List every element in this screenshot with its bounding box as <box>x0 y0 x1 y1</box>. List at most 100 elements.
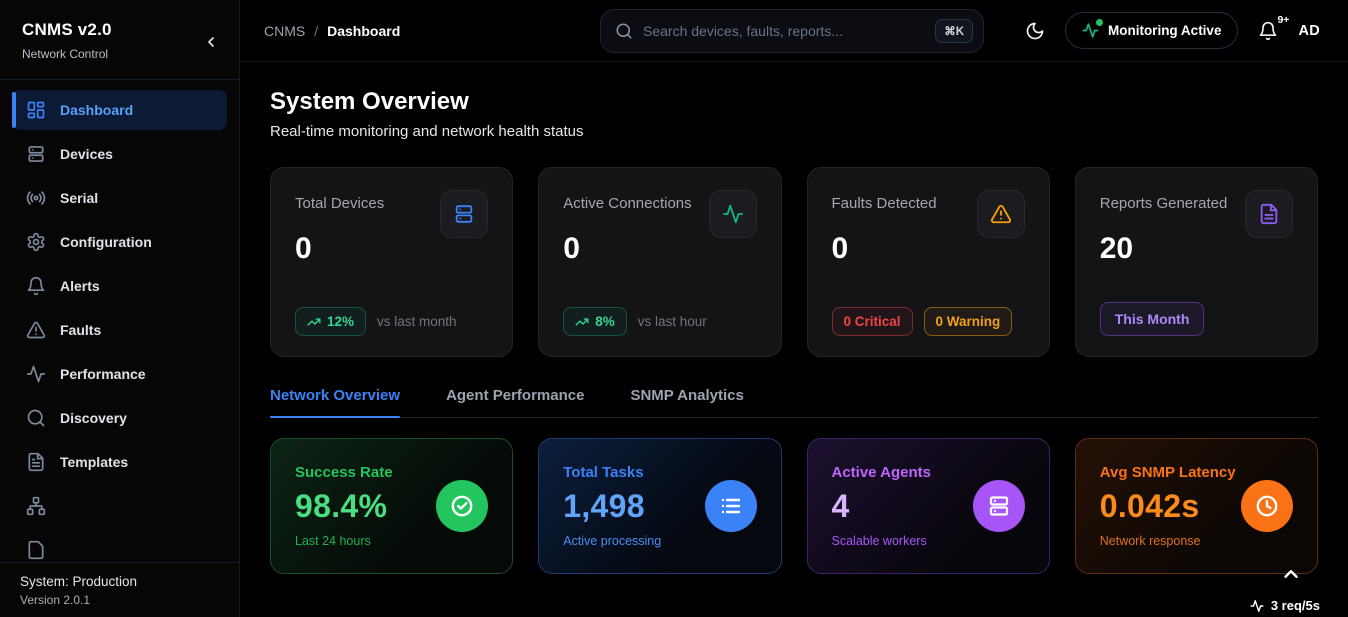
sidebar-item-label: Devices <box>60 146 113 162</box>
sidebar-item-configuration[interactable]: Configuration <box>12 222 227 262</box>
sidebar-item-discovery[interactable]: Discovery <box>12 398 227 438</box>
clock-icon <box>1241 480 1293 532</box>
stat-note: vs last hour <box>638 314 707 329</box>
stat-label: Reports Generated <box>1100 190 1228 212</box>
notifications-button[interactable]: 9+ <box>1258 21 1278 41</box>
app-name: CNMS v2.0 <box>22 20 219 40</box>
alert-triangle-icon <box>977 190 1025 238</box>
tab-agent-performance[interactable]: Agent Performance <box>446 387 584 417</box>
dashboard-content: System Overview Real-time monitoring and… <box>240 62 1348 617</box>
stat-card-reports-generated: Reports Generated 20 This Month <box>1075 167 1318 357</box>
metric-subtitle: Network response <box>1100 534 1236 548</box>
activity-icon <box>709 190 757 238</box>
breadcrumb-current: Dashboard <box>327 23 400 39</box>
theme-toggle-button[interactable] <box>1025 21 1045 41</box>
page-title: System Overview <box>270 88 1318 116</box>
status-dot <box>1096 19 1103 26</box>
bell-icon <box>26 276 46 296</box>
metric-value: 0.042s <box>1100 488 1236 525</box>
monitoring-status-label: Monitoring Active <box>1108 23 1222 38</box>
network-icon <box>26 496 46 516</box>
sidebar-item-label: Configuration <box>60 234 152 250</box>
stat-value: 20 <box>1100 232 1293 266</box>
breadcrumb-separator: / <box>314 23 318 39</box>
trending-up-icon <box>575 315 589 329</box>
breadcrumb: CNMS / Dashboard <box>264 23 600 39</box>
avatar[interactable]: AD <box>1298 23 1320 39</box>
stat-label: Total Devices <box>295 190 384 212</box>
chevron-left-icon <box>203 34 219 50</box>
metric-card-active-agents: Active Agents 4 Scalable workers <box>807 438 1050 574</box>
file-icon <box>26 452 46 472</box>
stat-label: Faults Detected <box>832 190 937 212</box>
search-input[interactable] <box>643 23 925 39</box>
moon-icon <box>1025 21 1045 41</box>
sidebar-item-topology[interactable] <box>12 486 227 526</box>
request-rate-status: 3 req/5s <box>1250 598 1320 613</box>
metric-subtitle: Scalable workers <box>832 534 931 548</box>
metric-title: Avg SNMP Latency <box>1100 464 1236 481</box>
metric-title: Total Tasks <box>563 464 661 481</box>
sidebar-item-faults[interactable]: Faults <box>12 310 227 350</box>
metric-card-success-rate: Success Rate 98.4% Last 24 hours <box>270 438 513 574</box>
system-environment: System: Production <box>20 574 219 589</box>
sidebar-item-label: Templates <box>60 454 128 470</box>
trend-value: 12% <box>327 314 354 329</box>
search-icon <box>615 22 633 40</box>
sidebar-footer: System: Production Version 2.0.1 <box>0 562 239 617</box>
metric-card-avg-snmp-latency: Avg SNMP Latency 0.042s Network response <box>1075 438 1318 574</box>
dashboard-tabs: Network Overview Agent Performance SNMP … <box>270 387 1318 418</box>
activity-icon <box>26 364 46 384</box>
global-search[interactable]: ⌘K <box>600 9 984 53</box>
metric-card-total-tasks: Total Tasks 1,498 Active processing <box>538 438 781 574</box>
sidebar-item-label: Dashboard <box>60 102 133 118</box>
sidebar-item-label: Performance <box>60 366 146 382</box>
tab-snmp-analytics[interactable]: SNMP Analytics <box>630 387 743 417</box>
topbar-actions: Monitoring Active 9+ AD <box>984 12 1320 49</box>
monitoring-status-pill[interactable]: Monitoring Active <box>1065 12 1239 49</box>
sidebar-item-partial[interactable] <box>12 530 227 562</box>
activity-icon <box>1082 22 1099 39</box>
trending-up-icon <box>307 315 321 329</box>
search-icon <box>26 408 46 428</box>
metric-title: Active Agents <box>832 464 931 481</box>
warning-badge: 0 Warning <box>924 307 1013 336</box>
sidebar-item-templates[interactable]: Templates <box>12 442 227 482</box>
stat-cards: Total Devices 0 12% vs last month <box>270 167 1318 357</box>
trend-value: 8% <box>595 314 615 329</box>
sidebar-item-label: Faults <box>60 322 101 338</box>
sidebar-item-dashboard[interactable]: Dashboard <box>12 90 227 130</box>
stat-value: 0 <box>563 232 756 266</box>
sidebar-item-performance[interactable]: Performance <box>12 354 227 394</box>
breadcrumb-root[interactable]: CNMS <box>264 23 305 39</box>
server-icon <box>973 480 1025 532</box>
main-column: CNMS / Dashboard ⌘K Monitoring A <box>240 0 1348 617</box>
sidebar: CNMS v2.0 Network Control Dashboard Devi… <box>0 0 240 617</box>
bell-icon <box>1258 21 1278 41</box>
file-icon <box>26 540 46 560</box>
stat-label: Active Connections <box>563 190 691 212</box>
trend-badge: 12% <box>295 307 366 336</box>
chevron-up-icon <box>1280 563 1302 585</box>
trend-badge: 8% <box>563 307 627 336</box>
stat-card-active-connections: Active Connections 0 8% vs last hour <box>538 167 781 357</box>
stat-value: 0 <box>832 232 1025 266</box>
stat-card-total-devices: Total Devices 0 12% vs last month <box>270 167 513 357</box>
tab-network-overview[interactable]: Network Overview <box>270 387 400 417</box>
scroll-to-top-button[interactable] <box>1280 563 1302 585</box>
metric-value: 98.4% <box>295 488 393 525</box>
grid-icon <box>26 100 46 120</box>
notification-count-badge: 9+ <box>1277 14 1289 26</box>
stat-card-faults-detected: Faults Detected 0 0 Critical 0 Warning <box>807 167 1050 357</box>
metric-subtitle: Active processing <box>563 534 661 548</box>
sidebar-collapse-button[interactable] <box>199 30 223 54</box>
sidebar-item-devices[interactable]: Devices <box>12 134 227 174</box>
metric-value: 4 <box>832 488 931 525</box>
critical-badge: 0 Critical <box>832 307 913 336</box>
app-version: Version 2.0.1 <box>20 593 219 607</box>
sidebar-item-serial[interactable]: Serial <box>12 178 227 218</box>
server-icon <box>440 190 488 238</box>
app-logo: CNMS v2.0 Network Control <box>0 0 239 80</box>
sidebar-item-alerts[interactable]: Alerts <box>12 266 227 306</box>
server-icon <box>26 144 46 164</box>
